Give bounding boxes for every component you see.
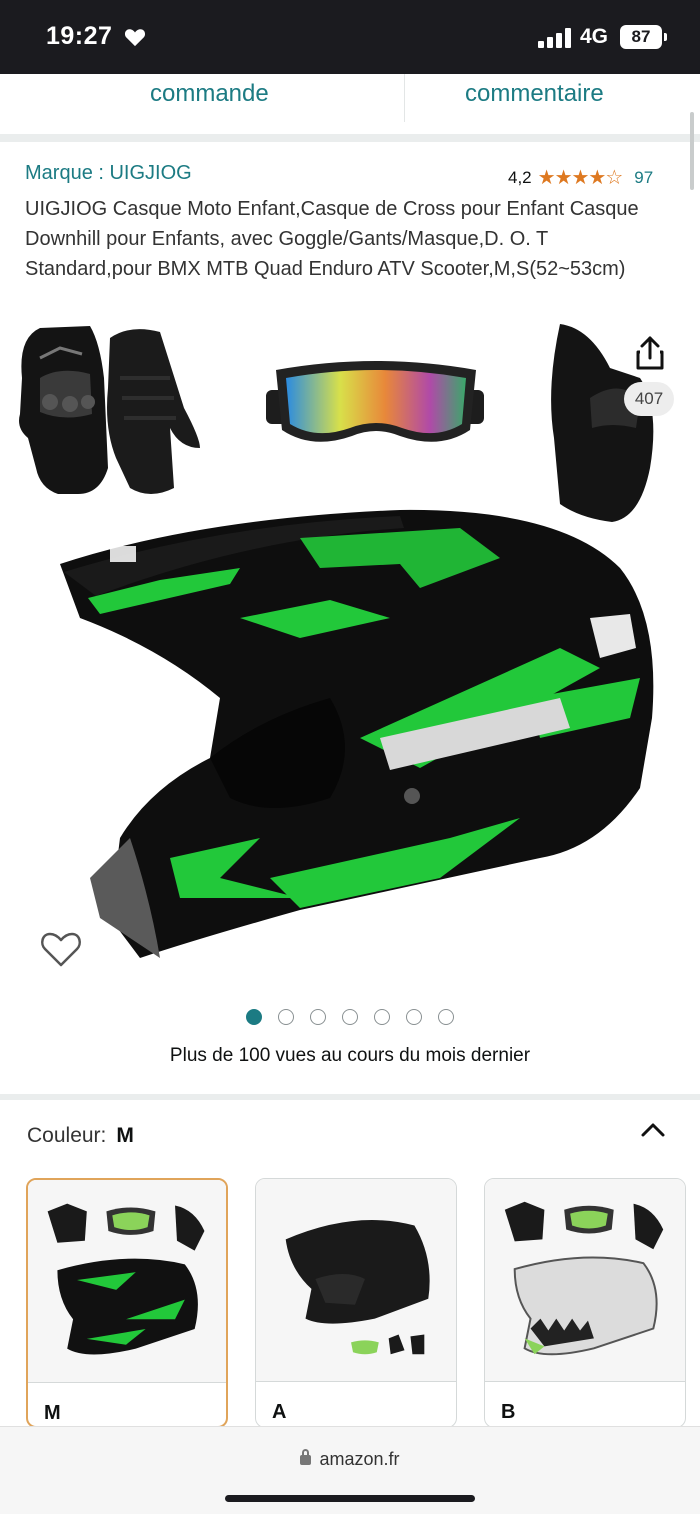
network-type: 4G — [580, 25, 609, 48]
brand-link[interactable]: Marque : UIGJIOG — [25, 162, 192, 185]
home-indicator[interactable] — [225, 1495, 475, 1502]
tab-divider — [404, 74, 405, 122]
variant-option-b[interactable]: B — [484, 1178, 686, 1428]
helmet-image — [60, 509, 654, 958]
url-text: amazon.fr — [319, 1449, 400, 1469]
rating-summary[interactable]: 4,2 ★★★★☆ 97 — [508, 165, 653, 190]
carousel-dot[interactable] — [310, 1009, 326, 1025]
product-title: UIGJIOG Casque Moto Enfant,Casque de Cro… — [25, 198, 639, 280]
tab-commande[interactable]: commande — [150, 80, 269, 108]
goggles-image — [266, 361, 484, 442]
image-carousel-dots[interactable] — [246, 1009, 466, 1027]
tab-commentaire[interactable]: commentaire — [465, 80, 604, 108]
color-label-text: Couleur: — [27, 1124, 107, 1147]
variant-separator — [485, 1381, 685, 1382]
rating-count[interactable]: 97 — [634, 168, 653, 188]
section-divider — [0, 1094, 700, 1100]
carousel-dot[interactable] — [278, 1009, 294, 1025]
wishlist-heart-icon[interactable] — [40, 930, 82, 968]
share-icon[interactable] — [622, 330, 678, 374]
variant-m-image — [28, 1180, 226, 1382]
views-notice: Plus de 100 vues au cours du mois dernie… — [169, 1045, 531, 1066]
variant-b-image — [485, 1179, 685, 1381]
color-selector-label: Couleur: M — [27, 1124, 134, 1148]
variant-label-b: B — [501, 1401, 516, 1423]
variant-option-m[interactable]: M — [26, 1178, 228, 1428]
variant-label-a: A — [272, 1401, 287, 1423]
browser-url-bar[interactable]: amazon.fr — [0, 1426, 700, 1514]
carousel-dot[interactable] — [374, 1009, 390, 1025]
carousel-dot[interactable] — [406, 1009, 422, 1025]
variant-label-m: M — [44, 1402, 61, 1424]
variant-separator — [256, 1381, 456, 1382]
gloves-image — [19, 326, 200, 494]
status-bar: 19:27 4G 87 — [0, 0, 700, 74]
rating-value: 4,2 — [508, 167, 532, 187]
color-selected-value: M — [116, 1124, 134, 1147]
rating-stars-icon: ★★★★☆ — [537, 167, 624, 189]
variant-a-image — [256, 1179, 456, 1381]
variant-option-a[interactable]: A — [255, 1178, 457, 1428]
status-time: 19:27 — [46, 22, 113, 50]
url-display[interactable]: amazon.fr — [0, 1449, 700, 1470]
heart-status-icon — [124, 29, 146, 47]
product-main-image[interactable] — [0, 318, 700, 998]
carousel-dot[interactable] — [438, 1009, 454, 1025]
carousel-dot[interactable] — [342, 1009, 358, 1025]
scrollbar[interactable] — [690, 112, 694, 190]
carousel-dot[interactable] — [246, 1009, 262, 1025]
signal-icon — [538, 28, 571, 48]
lock-icon — [300, 1449, 312, 1465]
image-count-badge[interactable]: 407 — [624, 382, 674, 416]
variant-separator — [28, 1382, 226, 1383]
chevron-up-icon[interactable] — [638, 1118, 668, 1142]
section-tabs: commande commentaire — [0, 74, 700, 142]
battery-icon: 87 — [620, 25, 667, 49]
